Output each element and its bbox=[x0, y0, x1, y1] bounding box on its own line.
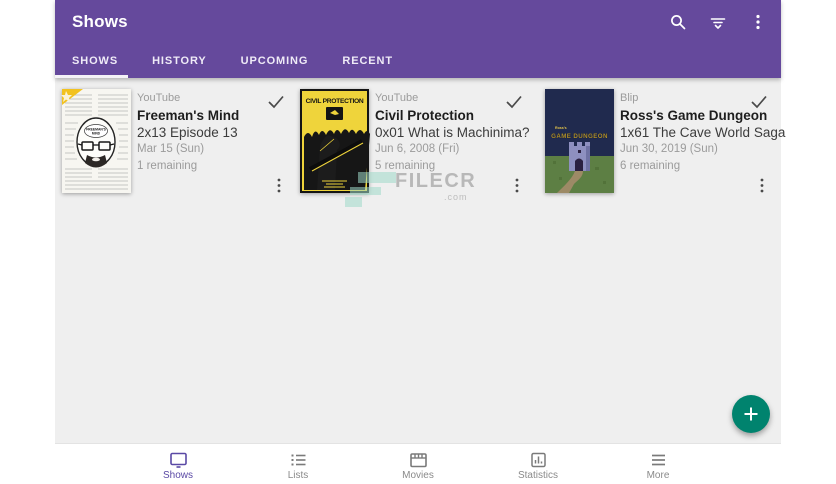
nav-item-movies[interactable]: Movies bbox=[358, 445, 478, 484]
show-remaining: 1 remaining bbox=[137, 158, 267, 175]
item-overflow-icon[interactable] bbox=[511, 177, 523, 193]
watched-check-icon[interactable] bbox=[505, 94, 523, 110]
show-poster[interactable]: CIVIL PROTECTION bbox=[300, 89, 369, 193]
nav-item-more[interactable]: More bbox=[598, 445, 718, 484]
bottom-navigation: Shows Lists bbox=[0, 445, 836, 484]
filter-icon[interactable] bbox=[705, 9, 731, 35]
show-item-civil-protection[interactable]: CIVIL PROTECTION YouTube bbox=[300, 89, 538, 201]
show-item-freemans-mind[interactable]: FREEMAN'S MIND YouTube Freeman's Mind 2 bbox=[62, 89, 300, 201]
toolbar-actions bbox=[665, 0, 771, 44]
app-bar: Shows bbox=[55, 0, 781, 78]
nav-item-shows[interactable]: Shows bbox=[118, 445, 238, 484]
show-date: Mar 15 (Sun) bbox=[137, 141, 267, 158]
movie-icon bbox=[409, 451, 428, 469]
svg-text:CIVIL PROTECTION: CIVIL PROTECTION bbox=[306, 98, 364, 105]
menu-icon bbox=[649, 451, 668, 469]
watched-check-icon[interactable] bbox=[267, 94, 285, 110]
show-episode: 1x61 The Cave World Saga bbox=[620, 124, 750, 141]
show-title: Ross's Game Dungeon bbox=[620, 107, 750, 124]
watched-check-icon[interactable] bbox=[750, 94, 768, 110]
active-tab-indicator bbox=[55, 75, 128, 78]
search-icon[interactable] bbox=[665, 9, 691, 35]
show-network: YouTube bbox=[137, 90, 267, 107]
nav-label: Shows bbox=[163, 470, 193, 481]
overflow-icon[interactable] bbox=[745, 9, 771, 35]
show-item-ross-game-dungeon[interactable]: Ross's GAME DUNGEON Blip Ro bbox=[545, 89, 783, 201]
plus-icon bbox=[743, 406, 759, 422]
nav-label: Movies bbox=[402, 470, 434, 481]
add-show-fab[interactable] bbox=[732, 395, 770, 433]
item-overflow-icon[interactable] bbox=[273, 177, 285, 193]
svg-text:GAME DUNGEON: GAME DUNGEON bbox=[551, 133, 608, 140]
nav-label: Lists bbox=[288, 470, 309, 481]
tv-icon bbox=[169, 451, 188, 469]
show-episode: 2x13 Episode 13 bbox=[137, 124, 267, 141]
show-meta: Blip Ross's Game Dungeon 1x61 The Cave W… bbox=[620, 89, 750, 175]
show-title: Civil Protection bbox=[375, 107, 505, 124]
nav-item-statistics[interactable]: Statistics bbox=[478, 445, 598, 484]
show-date: Jun 6, 2008 (Fri) bbox=[375, 141, 505, 158]
show-meta: YouTube Freeman's Mind 2x13 Episode 13 M… bbox=[137, 89, 267, 175]
show-network: Blip bbox=[620, 90, 750, 107]
tab-history[interactable]: HISTORY bbox=[135, 44, 224, 78]
show-network: YouTube bbox=[375, 90, 505, 107]
show-episode: 0x01 What is Machinima? bbox=[375, 124, 505, 141]
show-meta: YouTube Civil Protection 0x01 What is Ma… bbox=[375, 89, 505, 175]
svg-text:Ross's: Ross's bbox=[555, 126, 567, 130]
tab-upcoming[interactable]: UPCOMING bbox=[224, 44, 326, 78]
show-remaining: 6 remaining bbox=[620, 158, 750, 175]
tab-bar: SHOWS HISTORY UPCOMING RECENT bbox=[55, 44, 781, 78]
freeman-face: FREEMAN'S MIND bbox=[77, 118, 115, 168]
shows-grid: FREEMAN'S MIND YouTube Freeman's Mind 2 bbox=[55, 78, 781, 444]
nav-item-lists[interactable]: Lists bbox=[238, 445, 358, 484]
nav-label: Statistics bbox=[518, 470, 558, 481]
castle bbox=[569, 142, 590, 171]
item-overflow-icon[interactable] bbox=[756, 177, 768, 193]
tab-recent[interactable]: RECENT bbox=[325, 44, 410, 78]
tab-shows[interactable]: SHOWS bbox=[55, 44, 135, 78]
show-date: Jun 30, 2019 (Sun) bbox=[620, 141, 750, 158]
page-title: Shows bbox=[72, 12, 128, 32]
svg-text:MIND: MIND bbox=[92, 132, 101, 136]
nav-label: More bbox=[647, 470, 670, 481]
toolbar: Shows bbox=[55, 0, 781, 44]
show-poster[interactable]: Ross's GAME DUNGEON bbox=[545, 89, 614, 193]
show-title: Freeman's Mind bbox=[137, 107, 267, 124]
stats-icon bbox=[529, 451, 548, 469]
show-poster[interactable]: FREEMAN'S MIND bbox=[62, 89, 131, 193]
show-remaining: 5 remaining bbox=[375, 158, 505, 175]
list-icon bbox=[289, 451, 308, 469]
app-screen: Shows bbox=[0, 0, 836, 484]
